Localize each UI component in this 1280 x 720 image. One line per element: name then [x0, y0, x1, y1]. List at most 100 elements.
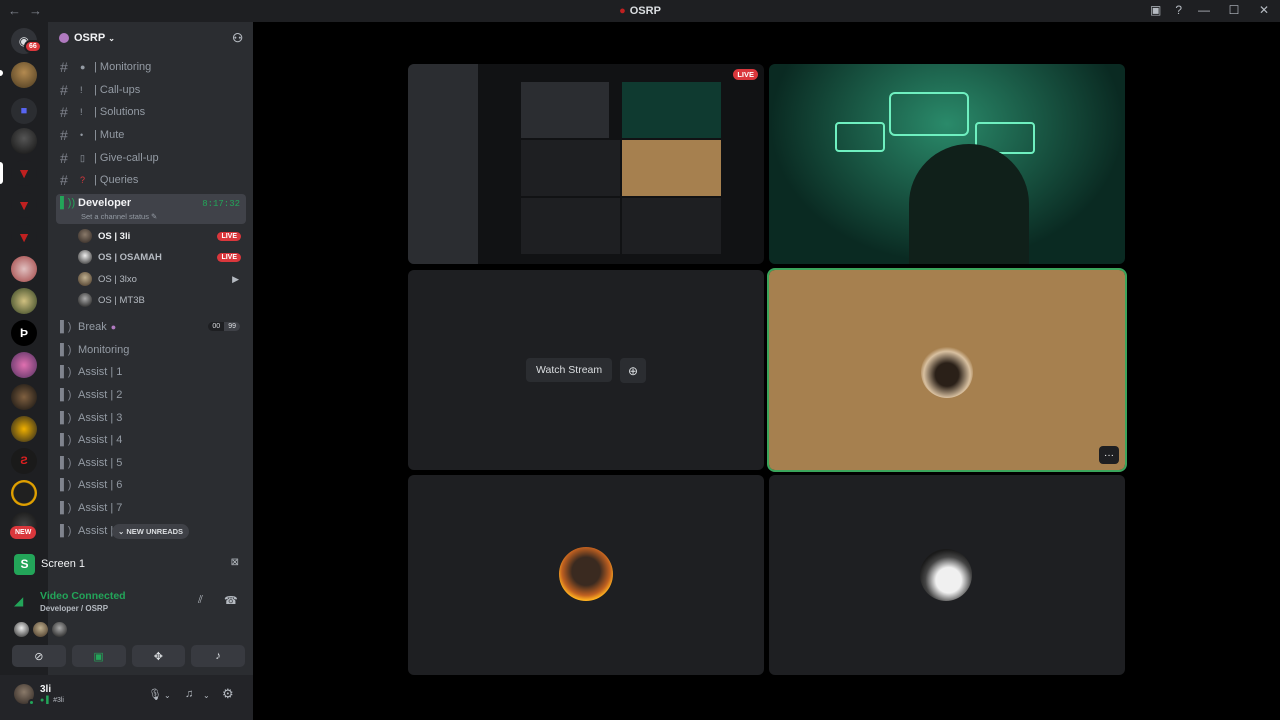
channel-name: Assist | 2 — [78, 389, 123, 401]
server-icon[interactable] — [11, 352, 37, 378]
settings-gear-icon[interactable]: ⚙ — [222, 686, 234, 702]
watch-popout-icon[interactable]: ⊕ — [620, 358, 646, 383]
channel-name: | Give-call-up — [94, 152, 159, 164]
server-icon[interactable] — [11, 480, 37, 506]
chevron-down-icon[interactable]: ⌄ — [164, 691, 171, 700]
server-icon[interactable] — [11, 384, 37, 410]
voice-panel: S Screen 1 ⊠ ◢ Video Connected Developer… — [6, 548, 249, 674]
stream-tile[interactable]: Watch Stream ⊕ — [408, 270, 764, 470]
voice-user-name: OS | MT3B — [98, 294, 145, 306]
channel-name: Assist | 1 — [78, 366, 123, 378]
user-limit: 99 — [224, 322, 240, 331]
channel-solutions[interactable]: # ! | Solutions — [56, 102, 246, 122]
unread-pip — [0, 70, 3, 76]
avatar[interactable] — [14, 622, 29, 637]
server-icon[interactable] — [11, 416, 37, 442]
watch-stream-button[interactable]: Watch Stream — [526, 358, 613, 382]
voice-channel[interactable]: ▌) Assist | 4 — [56, 430, 246, 450]
camera-off-button[interactable]: ⊘ — [12, 645, 66, 667]
screen-share-button[interactable]: ▣ — [71, 645, 126, 667]
voice-channel[interactable]: ▌) Assist | 6 — [56, 475, 246, 495]
voice-user-name: OS | OSAMAH — [98, 251, 162, 263]
new-badge[interactable]: NEW — [10, 526, 37, 539]
server-icon[interactable]: Ƨ — [11, 448, 37, 474]
channel-name: Developer — [78, 197, 132, 209]
channel-status[interactable]: Set a channel status ✎ — [81, 212, 157, 221]
maximize-button[interactable]: ☐ — [1226, 3, 1242, 17]
voice-speaker-icon: ▌) — [60, 389, 72, 401]
channel-name: Assist | 5 — [78, 457, 123, 469]
voice-user[interactable]: OS | 3lxo ▶ — [78, 269, 243, 289]
voice-speaker-icon: ▌) — [60, 344, 72, 356]
stream-preview-tile — [521, 198, 620, 254]
voice-speaker-icon: ▌) — [60, 525, 72, 537]
server-icon[interactable]: ▼ — [11, 192, 37, 218]
server-icon[interactable] — [11, 256, 37, 282]
channel-give-call-up[interactable]: # ▯ | Give-call-up — [56, 148, 246, 168]
voice-channel-break[interactable]: ▌) Break ● 00 99 — [56, 317, 246, 337]
stream-preview-tile — [521, 82, 609, 138]
voice-timer: 8:17:32 — [202, 199, 240, 209]
voice-user[interactable]: OS | 3li LIVE — [78, 226, 243, 246]
close-button[interactable]: ✕ — [1256, 3, 1272, 17]
channel-queries[interactable]: # ? | Queries — [56, 170, 246, 190]
stream-preview-tile — [622, 140, 721, 196]
voice-channel[interactable]: ▌) Assist | 1 — [56, 362, 246, 382]
server-icon[interactable]: ▼ — [11, 224, 37, 250]
channel-call-ups[interactable]: # ! | Call-ups — [56, 80, 246, 100]
voice-user[interactable]: OS | OSAMAH LIVE — [78, 247, 243, 267]
stop-stream-icon[interactable]: ⊠ — [231, 557, 239, 568]
channel-mute[interactable]: # • | Mute — [56, 125, 246, 145]
stream-preview-tile — [622, 198, 721, 254]
connection-status[interactable]: Video Connected — [40, 590, 126, 602]
stream-tile[interactable]: LIVE — [408, 64, 764, 264]
server-icon[interactable] — [11, 62, 37, 88]
user-limit-counter: 00 99 — [208, 322, 240, 331]
participant-tile[interactable] — [408, 475, 764, 675]
voice-channel[interactable]: ▌) Monitoring — [56, 340, 246, 360]
username[interactable]: 3li — [40, 684, 51, 695]
minimize-button[interactable]: — — [1196, 3, 1212, 17]
more-options-button[interactable]: ··· — [1099, 446, 1119, 464]
title-bar: ← → ● OSRP ▣ ? — ☐ ✕ — [0, 0, 1280, 22]
server-icon[interactable]: Þ — [11, 320, 37, 346]
disconnect-icon[interactable]: ☎ — [224, 594, 238, 607]
soundboard-button[interactable]: ♪ — [191, 645, 245, 667]
osrp-server-icon[interactable]: ▼ — [11, 160, 37, 186]
stream-preview-tile — [521, 140, 620, 196]
channel-name: Assist | 4 — [78, 434, 123, 446]
guild-header[interactable]: OSRP ⌄ ⚇ — [48, 22, 253, 54]
voice-channel[interactable]: ▌) Assist | 5 — [56, 453, 246, 473]
voice-channel[interactable]: ▌) Assist | 3 — [56, 408, 246, 428]
live-badge: LIVE — [217, 231, 241, 241]
video-stage: LIVE Watch Stream ⊕ ··· — [253, 22, 1280, 720]
server-icon[interactable] — [11, 288, 37, 314]
connection-location[interactable]: Developer / OSRP — [40, 604, 108, 613]
server-icon[interactable] — [11, 128, 37, 154]
participant-tile[interactable] — [769, 475, 1125, 675]
guild-name: OSRP — [74, 32, 106, 44]
help-icon[interactable]: ? — [1175, 3, 1182, 17]
voice-channel-developer[interactable]: ▌)) Developer 8:17:32 Set a channel stat… — [56, 194, 246, 224]
noise-suppression-icon[interactable]: ⫽ — [198, 594, 203, 607]
headphones-icon[interactable]: ♫ — [185, 688, 193, 700]
voice-user[interactable]: OS | MT3B — [78, 290, 243, 310]
voice-speaker-icon: ▌) — [60, 502, 72, 514]
channel-emoji: ● — [80, 62, 86, 72]
voice-channel[interactable]: ▌) Assist | 7 — [56, 498, 246, 518]
screen-share-icon[interactable]: ▣ — [1150, 3, 1161, 17]
channel-monitoring[interactable]: # ● | Monitoring — [56, 57, 246, 77]
avatar[interactable] — [33, 622, 48, 637]
voice-channel[interactable]: ▌) Assist | 2 — [56, 385, 246, 405]
avatar[interactable] — [52, 622, 67, 637]
chevron-down-icon[interactable]: ⌄ — [203, 691, 210, 700]
new-unreads-button[interactable]: ⌄ NEW UNREADS — [112, 524, 190, 539]
avatar — [78, 272, 92, 286]
camera-tile[interactable] — [769, 64, 1125, 264]
activities-button[interactable]: ✥ — [131, 645, 186, 667]
add-member-icon[interactable]: ⚇ — [232, 31, 243, 45]
microphone-icon[interactable]: 🎙︎ — [148, 688, 162, 701]
video-camera-icon: ▶ — [232, 273, 239, 284]
folder-icon[interactable]: ■ — [11, 98, 37, 124]
participant-tile[interactable]: ··· — [767, 268, 1127, 472]
